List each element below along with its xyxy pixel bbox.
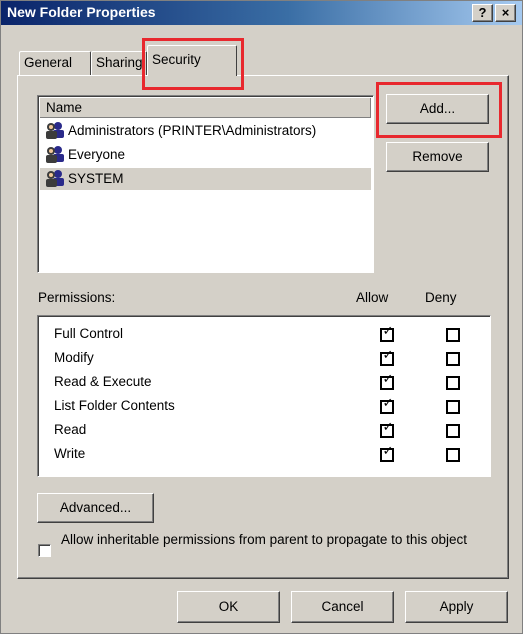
deny-checkbox[interactable]	[446, 448, 460, 462]
permission-row: Full Control ✓	[54, 322, 484, 346]
list-item[interactable]: Administrators (PRINTER\Administrators)	[40, 120, 371, 142]
close-button[interactable]: ×	[495, 4, 516, 22]
apply-button[interactable]: Apply	[405, 591, 508, 623]
tab-security[interactable]: Security	[147, 45, 237, 76]
properties-dialog: New Folder Properties ? × General Sharin…	[0, 0, 523, 634]
permission-row: List Folder Contents ✓	[54, 394, 484, 418]
help-button[interactable]: ?	[472, 4, 493, 22]
permission-row: Read ✓	[54, 418, 484, 442]
check-icon: ✓	[382, 395, 394, 410]
check-icon: ✓	[382, 323, 394, 338]
deny-checkbox[interactable]	[446, 352, 460, 366]
permission-name: Read & Execute	[54, 374, 152, 389]
list-item-label: SYSTEM	[68, 171, 124, 186]
permission-name: Write	[54, 446, 86, 461]
permission-name: Read	[54, 422, 87, 437]
inherit-permissions-label[interactable]: Allow inheritable permissions from paren…	[61, 531, 481, 548]
deny-checkbox[interactable]	[446, 424, 460, 438]
permission-row: Read & Execute ✓	[54, 370, 484, 394]
allow-column-header: Allow	[356, 290, 389, 305]
deny-checkbox[interactable]	[446, 376, 460, 390]
permission-name: Modify	[54, 350, 94, 365]
allow-checkbox[interactable]: ✓	[380, 396, 394, 414]
allow-checkbox[interactable]: ✓	[380, 372, 394, 390]
permissions-list: Full Control ✓ Modify ✓ Read & Execute ✓…	[37, 315, 491, 477]
add-button[interactable]: Add...	[386, 94, 489, 124]
list-item-label: Everyone	[68, 147, 126, 162]
inherit-permissions-checkbox[interactable]	[38, 544, 51, 557]
permissions-label: Permissions:	[38, 290, 116, 305]
deny-column-header: Deny	[425, 290, 457, 305]
allow-checkbox[interactable]: ✓	[380, 324, 394, 342]
permission-row: Modify ✓	[54, 346, 484, 370]
allow-checkbox[interactable]: ✓	[380, 444, 394, 462]
allow-checkbox[interactable]: ✓	[380, 348, 394, 366]
list-item[interactable]: Everyone	[40, 144, 371, 166]
tab-general[interactable]: General	[19, 51, 91, 75]
permission-row: Write ✓	[54, 442, 484, 466]
check-icon: ✓	[382, 419, 394, 434]
remove-button[interactable]: Remove	[386, 142, 489, 172]
permission-name: List Folder Contents	[54, 398, 175, 413]
user-group-icon	[46, 122, 64, 139]
check-icon: ✓	[382, 443, 394, 458]
deny-checkbox[interactable]	[446, 328, 460, 342]
tab-sharing[interactable]: Sharing	[91, 51, 147, 75]
user-group-icon	[46, 146, 64, 163]
check-icon: ✓	[382, 371, 394, 386]
group-user-list[interactable]: Name Administrators (PRINTER\Administrat…	[37, 95, 374, 273]
list-header-name[interactable]: Name	[40, 98, 371, 118]
cancel-button[interactable]: Cancel	[291, 591, 394, 623]
allow-checkbox[interactable]: ✓	[380, 420, 394, 438]
ok-button[interactable]: OK	[177, 591, 280, 623]
window-title: New Folder Properties	[7, 4, 156, 20]
user-group-icon	[46, 170, 64, 187]
check-icon: ✓	[382, 347, 394, 362]
list-item-label: Administrators (PRINTER\Administrators)	[68, 123, 317, 138]
list-item-selected[interactable]: SYSTEM	[40, 168, 371, 190]
title-bar[interactable]: New Folder Properties ? ×	[1, 1, 522, 25]
permission-name: Full Control	[54, 326, 124, 341]
advanced-button[interactable]: Advanced...	[37, 493, 154, 523]
deny-checkbox[interactable]	[446, 400, 460, 414]
